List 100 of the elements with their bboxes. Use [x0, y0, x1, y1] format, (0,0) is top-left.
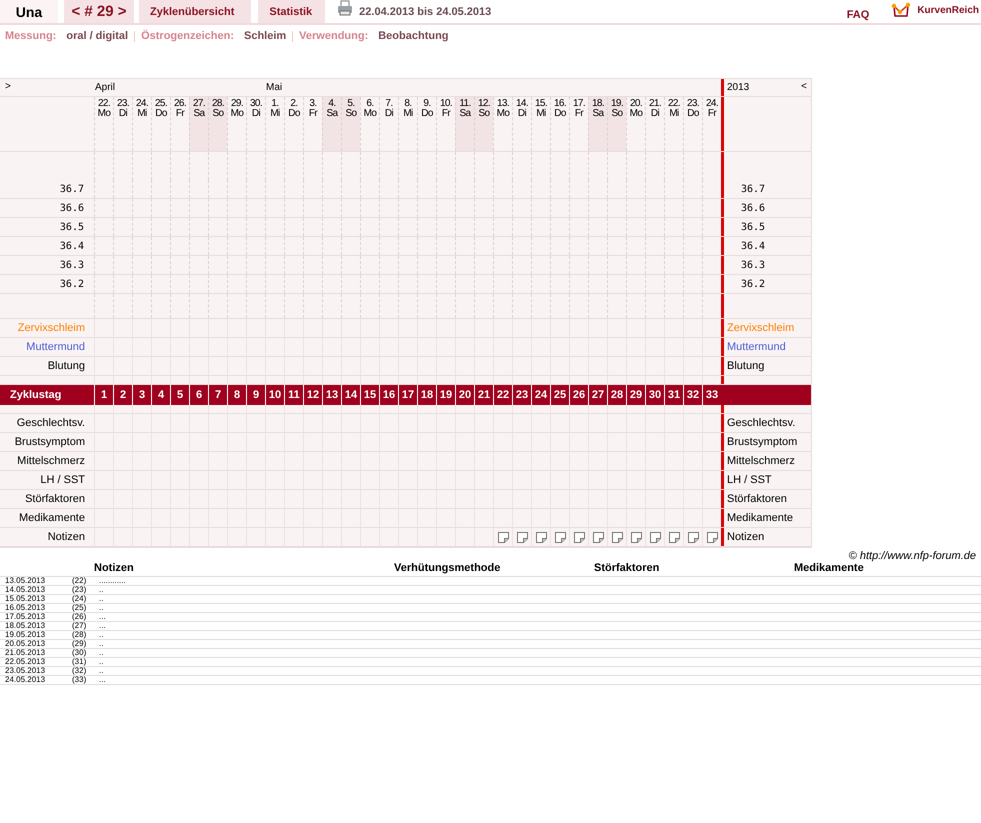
- row-label: Muttermund: [726, 341, 787, 353]
- cycle-day-number: 8: [227, 385, 246, 405]
- note-cycle-day: (27): [72, 622, 99, 630]
- weekday-label: So: [478, 109, 490, 119]
- weekday-label: Di: [252, 109, 260, 119]
- cycle-day-number: 25: [550, 385, 569, 405]
- temperature-label: 36.6: [58, 202, 85, 214]
- note-text: ..: [99, 640, 104, 648]
- note-icon[interactable]: [592, 532, 604, 542]
- note-icon[interactable]: [536, 532, 546, 542]
- printer-icon[interactable]: [337, 0, 354, 16]
- day-number: 3.: [309, 99, 317, 109]
- cycle-day-number: 18: [417, 385, 436, 405]
- note-text: ..: [99, 649, 104, 657]
- copyright-text: © http://www.nfp-forum.de: [848, 550, 976, 562]
- note-icon[interactable]: [516, 532, 528, 542]
- note-date: 20.05.2013: [5, 640, 46, 648]
- day-number: 24.: [706, 99, 718, 109]
- cycle-day-number: 23: [512, 385, 531, 405]
- column-header: Verhütungsmethode: [394, 562, 502, 576]
- cycle-day-number: 26: [569, 385, 588, 405]
- note-date: 14.05.2013: [5, 586, 46, 594]
- logo[interactable]: KurvenReich: [891, 2, 981, 18]
- weekday-label: Mo: [630, 109, 642, 119]
- day-number: 23.: [686, 99, 700, 109]
- next-link[interactable]: <: [796, 79, 812, 94]
- day-number: 22.: [98, 99, 110, 109]
- note-icon[interactable]: [668, 532, 680, 542]
- note-cycle-day: (32): [72, 667, 99, 675]
- date-range: 22.04.2013 bis 24.05.2013: [359, 4, 492, 20]
- tab[interactable]: Statistik: [258, 0, 326, 23]
- temperature-label: 36.3: [740, 260, 766, 270]
- note-icon[interactable]: [706, 532, 718, 542]
- row-label: Brustsymptom: [726, 436, 798, 448]
- row-label: Brustsymptom: [14, 436, 86, 448]
- note-icon[interactable]: [630, 532, 642, 542]
- day-number: 2.: [290, 99, 298, 109]
- day-number: 1.: [271, 99, 279, 109]
- day-number: 22.: [668, 99, 680, 109]
- cycle-navigation[interactable]: < # 29 >: [64, 0, 134, 23]
- note-icon[interactable]: [554, 532, 566, 542]
- row-label: LH / SST: [726, 474, 773, 486]
- day-number: 28.: [212, 99, 224, 109]
- day-number: 25.: [154, 99, 168, 109]
- note-cycle-day: (30): [72, 649, 99, 657]
- weekday-label: So: [212, 109, 224, 119]
- cycle-day-number: 1: [94, 385, 113, 405]
- row-label: Medikamente: [726, 512, 794, 524]
- row-label: Störfaktoren: [726, 493, 788, 505]
- cycle-day-number: 20: [455, 385, 474, 405]
- note-text: ...: [99, 613, 107, 621]
- weekday-label: Sa: [592, 109, 604, 119]
- note-icon[interactable]: [612, 532, 622, 542]
- note-date: 18.05.2013: [5, 622, 46, 630]
- weekday-label: Do: [155, 109, 167, 119]
- row-label: Medikamente: [18, 512, 86, 524]
- row-label: Zervixschleim: [726, 322, 796, 334]
- setting-label: Östrogenzeichen:: [141, 30, 234, 42]
- day-number: 30.: [250, 99, 262, 109]
- weekday-label: Di: [650, 109, 660, 119]
- column-header: Störfaktoren: [594, 562, 660, 576]
- day-number: 15.: [534, 99, 548, 109]
- note-text: ..: [99, 658, 104, 666]
- note-text: ...: [99, 676, 107, 684]
- cycle-day-number: 28: [607, 385, 626, 405]
- tab[interactable]: Zyklenübersicht: [139, 0, 252, 23]
- faq-link[interactable]: FAQ: [846, 0, 870, 23]
- row-label: Notizen: [46, 531, 86, 543]
- note-icon[interactable]: [688, 532, 698, 542]
- cycle-day-number: 31: [664, 385, 683, 405]
- cycle-day-number: 11: [284, 385, 303, 405]
- cycle-day-number: 19: [436, 385, 455, 405]
- note-date: 15.05.2013: [5, 595, 46, 603]
- note-icon[interactable]: [574, 532, 584, 542]
- note-text: ...: [99, 622, 107, 630]
- day-number: 8.: [404, 99, 412, 109]
- weekday-label: Sa: [193, 109, 205, 119]
- day-number: 10.: [440, 99, 452, 109]
- cycle-day-number: 4: [151, 385, 170, 405]
- row-label: Blutung: [726, 360, 766, 372]
- year-label: 2013: [726, 82, 750, 93]
- row-label: LH / SST: [39, 474, 86, 486]
- note-date: 22.05.2013: [5, 658, 46, 666]
- cycle-day-label: Zyklustag: [9, 389, 62, 401]
- note-icon[interactable]: [650, 532, 660, 542]
- previous-link[interactable]: >: [0, 79, 94, 94]
- cycle-day-number: 32: [683, 385, 702, 405]
- column-header: Notizen: [94, 562, 135, 576]
- weekday-label: Di: [518, 109, 526, 119]
- day-number: 17.: [572, 99, 586, 109]
- temperature-label: 36.2: [58, 278, 85, 290]
- note-cycle-day: (22): [72, 577, 99, 585]
- cycle-day-number: 21: [474, 385, 493, 405]
- weekday-label: Fr: [176, 109, 184, 119]
- note-cycle-day: (33): [72, 676, 99, 684]
- cycle-day-number: 30: [645, 385, 664, 405]
- weekday-label: Fr: [708, 109, 716, 119]
- temperature-label: 36.7: [58, 184, 85, 194]
- row-label: Blutung: [46, 360, 86, 372]
- note-icon[interactable]: [498, 532, 508, 542]
